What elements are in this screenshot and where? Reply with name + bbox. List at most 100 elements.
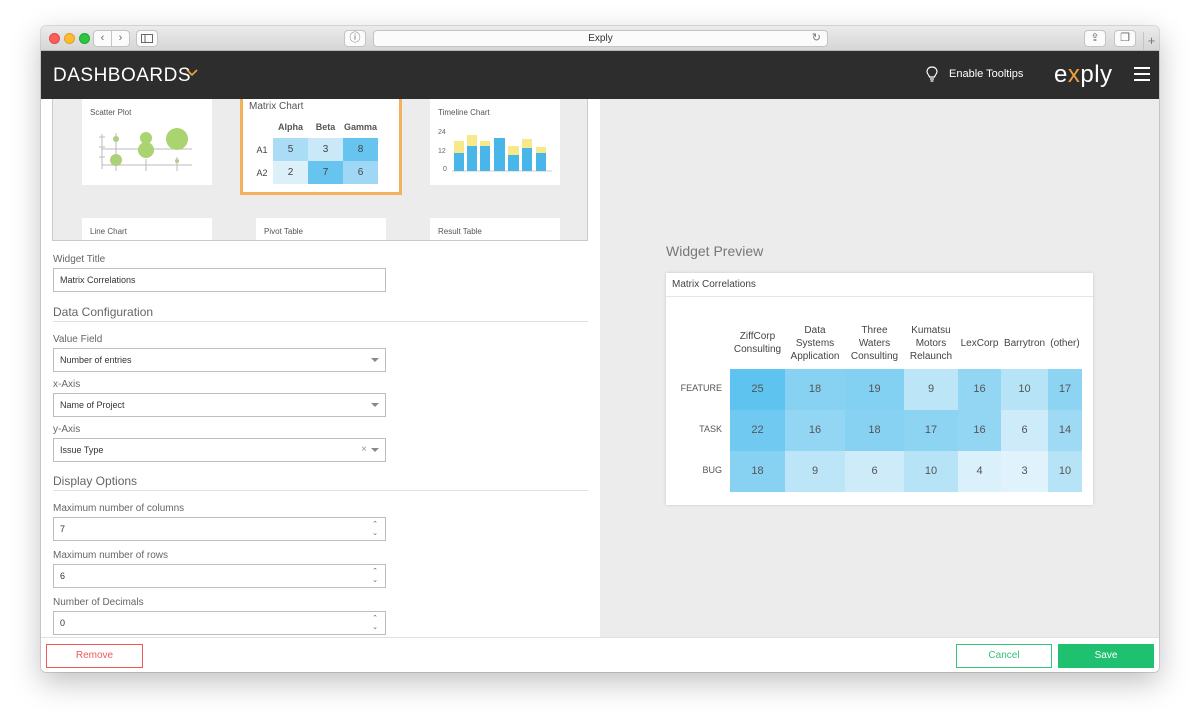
widget-type-matrix-chart[interactable]: Matrix Chart Alpha Beta Gamma A1 5 3 8 A… (240, 99, 402, 195)
matrix-col-header: Beta (315, 122, 336, 132)
matrix-col-header: Alpha (277, 122, 303, 132)
widget-type-pivot-table[interactable]: Pivot Table (256, 218, 386, 240)
stepper-arrows-icon[interactable]: ⌃ ⌄ (372, 520, 378, 538)
stepper-arrows-icon[interactable]: ⌃ ⌄ (372, 567, 378, 585)
minimize-window-button[interactable] (64, 33, 75, 44)
reload-icon[interactable]: ↻ (812, 31, 821, 46)
preview-cell: 16 (958, 369, 1001, 410)
preview-cell: 6 (1001, 410, 1048, 451)
hamburger-menu-icon[interactable] (1134, 67, 1150, 81)
sidebar-toggle-button[interactable] (136, 30, 158, 47)
preview-cell: 14 (1048, 410, 1082, 451)
save-button[interactable]: Save (1058, 644, 1154, 668)
scatter-plot-thumbnail (99, 128, 192, 171)
site-info-icon[interactable]: ⓘ (344, 30, 366, 47)
preview-cell: 17 (904, 410, 958, 451)
widget-config-panel: Scatter Plot Matrix Chart Alpha Beta Gam… (41, 99, 600, 637)
preview-cell: 9 (785, 451, 845, 492)
y-axis-select[interactable]: Issue Type × (53, 438, 386, 462)
preview-cell: 18 (730, 451, 785, 492)
decimals-label: Number of Decimals (53, 597, 144, 608)
preview-column-header: Barrytron (1003, 337, 1046, 349)
maximize-window-button[interactable] (79, 33, 90, 44)
max-rows-stepper[interactable]: 6 ⌃ ⌄ (53, 564, 386, 588)
matrix-col-header: Gamma (343, 122, 378, 132)
stepper-arrows-icon[interactable]: ⌃ ⌄ (372, 614, 378, 632)
value-field-label: Value Field (53, 334, 103, 345)
preview-widget-title: Matrix Correlations (666, 273, 1093, 297)
widget-type-line-chart[interactable]: Line Chart (82, 218, 212, 240)
preview-column-header: LexCorp (960, 337, 999, 349)
action-bar: Remove Cancel Save (41, 637, 1159, 672)
preview-cell: 3 (1001, 451, 1048, 492)
preview-row-header: TASK (699, 424, 722, 434)
preview-row-header: BUG (702, 465, 722, 475)
exply-logo: exply (1054, 61, 1113, 88)
preview-cell: 6 (845, 451, 904, 492)
preview-cell: 17 (1048, 369, 1082, 410)
matrix-cell: 2 (273, 161, 308, 184)
display-options-heading: Display Options (53, 474, 138, 488)
dropdown-caret-icon (371, 448, 379, 452)
preview-column-header: Three Waters Consulting (850, 324, 899, 362)
preview-cell: 16 (958, 410, 1001, 451)
address-title: Exply (588, 33, 613, 44)
preview-column-header: Data Systems Application (790, 324, 840, 362)
preview-column-header: ZiffCorp Consulting (733, 331, 782, 355)
browser-toolbar: ‹ › ⓘ Exply ↻ ⇪ ❐ + (41, 26, 1159, 51)
section-divider (53, 321, 588, 322)
dropdown-caret-icon (371, 403, 379, 407)
back-button[interactable]: ‹ (93, 30, 112, 47)
widget-type-timeline-chart[interactable]: Timeline Chart 24 12 0 (430, 99, 560, 185)
chevron-down-icon[interactable] (186, 65, 198, 80)
max-columns-label: Maximum number of columns (53, 503, 185, 514)
x-axis-label: x-Axis (53, 379, 81, 390)
widget-title-input[interactable]: Matrix Correlations (53, 268, 386, 292)
cancel-button[interactable]: Cancel (956, 644, 1052, 668)
widget-preview-heading: Widget Preview (666, 243, 764, 259)
dropdown-caret-icon (371, 358, 379, 362)
preview-cell: 22 (730, 410, 785, 451)
remove-button[interactable]: Remove (46, 644, 143, 668)
tabs-overview-icon[interactable]: ❐ (1114, 30, 1136, 47)
forward-button[interactable]: › (111, 30, 130, 47)
widget-preview-panel: Widget Preview Matrix Correlations ZiffC… (600, 99, 1159, 637)
dashboards-menu-title[interactable]: DASHBOARDS (53, 65, 191, 87)
share-icon[interactable]: ⇪ (1084, 30, 1106, 47)
preview-cell: 18 (785, 369, 845, 410)
line-chart-title: Line Chart (90, 227, 127, 236)
matrix-chart-thumbnail: Alpha Beta Gamma A1 5 3 8 A2 2 7 6 (251, 116, 378, 184)
preview-widget-card: Matrix Correlations ZiffCorp Consulting Da… (666, 273, 1093, 505)
matrix-cell: 5 (273, 138, 308, 161)
data-configuration-heading: Data Configuration (53, 305, 154, 319)
timeline-chart-thumbnail (452, 135, 552, 172)
enable-tooltips-toggle[interactable]: Enable Tooltips (949, 68, 1023, 80)
widget-type-result-table[interactable]: Result Table (430, 218, 560, 240)
preview-cell: 10 (904, 451, 958, 492)
new-tab-button[interactable]: + (1143, 32, 1159, 50)
decimals-stepper[interactable]: 0 ⌃ ⌄ (53, 611, 386, 635)
result-table-title: Result Table (438, 227, 482, 236)
x-axis-select[interactable]: Name of Project (53, 393, 386, 417)
y-axis-label: y-Axis (53, 424, 81, 435)
address-bar[interactable]: Exply ↻ (373, 30, 828, 47)
section-divider (53, 490, 588, 491)
preview-cell: 9 (904, 369, 958, 410)
preview-cell: 25 (730, 369, 785, 410)
sidebar-icon (141, 34, 153, 43)
browser-window: ‹ › ⓘ Exply ↻ ⇪ ❐ + DASHBOARDS Enable To… (41, 26, 1159, 672)
matrix-cell: 8 (343, 138, 378, 161)
lightbulb-icon[interactable] (926, 66, 938, 83)
value-field-select[interactable]: Number of entries (53, 348, 386, 372)
preview-column-header: (other) (1050, 337, 1080, 349)
max-columns-stepper[interactable]: 7 ⌃ ⌄ (53, 517, 386, 541)
matrix-row-header: A2 (251, 161, 273, 184)
matrix-cell: 6 (343, 161, 378, 184)
preview-cell: 18 (845, 410, 904, 451)
close-window-button[interactable] (49, 33, 60, 44)
preview-cell: 16 (785, 410, 845, 451)
clear-icon[interactable]: × (361, 439, 367, 461)
app-header: DASHBOARDS Enable Tooltips exply (41, 51, 1159, 99)
preview-cell: 4 (958, 451, 1001, 492)
widget-type-scatter-plot[interactable]: Scatter Plot (82, 99, 212, 185)
